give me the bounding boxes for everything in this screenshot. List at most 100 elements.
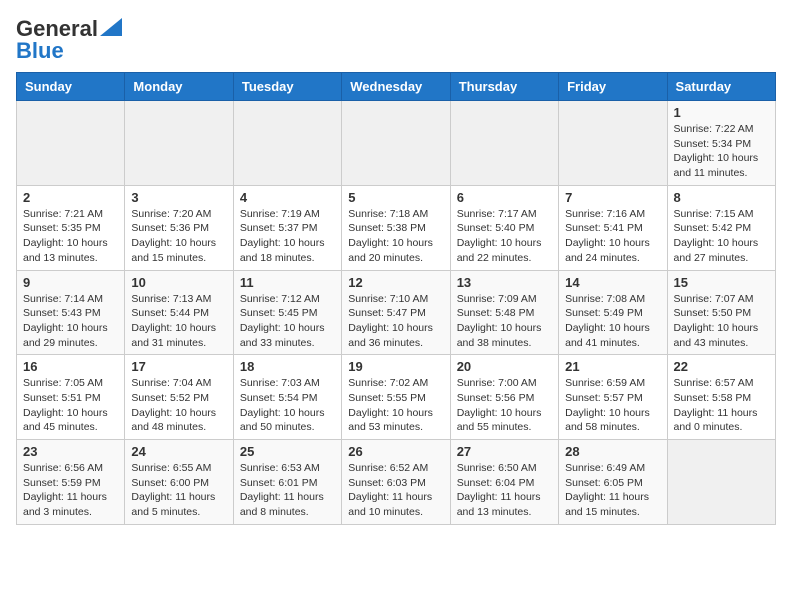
calendar-week-row: 23 Sunrise: 6:56 AM Sunset: 5:59 PM Dayli… bbox=[17, 440, 776, 525]
cell-content: Sunrise: 7:09 AM Sunset: 5:48 PM Dayligh… bbox=[457, 292, 552, 351]
calendar-cell: 24 Sunrise: 6:55 AM Sunset: 6:00 PM Dayli… bbox=[125, 440, 233, 525]
calendar-cell: 10 Sunrise: 7:13 AM Sunset: 5:44 PM Dayli… bbox=[125, 270, 233, 355]
cell-content: Sunrise: 7:19 AM Sunset: 5:37 PM Dayligh… bbox=[240, 207, 335, 266]
day-number: 18 bbox=[240, 359, 335, 374]
day-number: 23 bbox=[23, 444, 118, 459]
logo: General Blue bbox=[16, 16, 122, 64]
day-number: 20 bbox=[457, 359, 552, 374]
cell-content: Sunrise: 7:17 AM Sunset: 5:40 PM Dayligh… bbox=[457, 207, 552, 266]
day-number: 21 bbox=[565, 359, 660, 374]
day-number: 2 bbox=[23, 190, 118, 205]
day-number: 28 bbox=[565, 444, 660, 459]
calendar-cell: 21 Sunrise: 6:59 AM Sunset: 5:57 PM Dayli… bbox=[559, 355, 667, 440]
cell-content: Sunrise: 6:59 AM Sunset: 5:57 PM Dayligh… bbox=[565, 376, 660, 435]
calendar-cell: 22 Sunrise: 6:57 AM Sunset: 5:58 PM Dayli… bbox=[667, 355, 775, 440]
calendar-cell: 13 Sunrise: 7:09 AM Sunset: 5:48 PM Dayli… bbox=[450, 270, 558, 355]
cell-content: Sunrise: 7:04 AM Sunset: 5:52 PM Dayligh… bbox=[131, 376, 226, 435]
cell-content: Sunrise: 7:14 AM Sunset: 5:43 PM Dayligh… bbox=[23, 292, 118, 351]
calendar-cell: 26 Sunrise: 6:52 AM Sunset: 6:03 PM Dayli… bbox=[342, 440, 450, 525]
weekday-header-sunday: Sunday bbox=[17, 73, 125, 101]
day-number: 5 bbox=[348, 190, 443, 205]
cell-content: Sunrise: 7:03 AM Sunset: 5:54 PM Dayligh… bbox=[240, 376, 335, 435]
calendar-cell: 17 Sunrise: 7:04 AM Sunset: 5:52 PM Dayli… bbox=[125, 355, 233, 440]
calendar-cell: 18 Sunrise: 7:03 AM Sunset: 5:54 PM Dayli… bbox=[233, 355, 341, 440]
weekday-header-wednesday: Wednesday bbox=[342, 73, 450, 101]
calendar-week-row: 2 Sunrise: 7:21 AM Sunset: 5:35 PM Daylig… bbox=[17, 185, 776, 270]
day-number: 27 bbox=[457, 444, 552, 459]
calendar-cell: 2 Sunrise: 7:21 AM Sunset: 5:35 PM Daylig… bbox=[17, 185, 125, 270]
day-number: 25 bbox=[240, 444, 335, 459]
cell-content: Sunrise: 7:07 AM Sunset: 5:50 PM Dayligh… bbox=[674, 292, 769, 351]
day-number: 4 bbox=[240, 190, 335, 205]
calendar-cell: 9 Sunrise: 7:14 AM Sunset: 5:43 PM Daylig… bbox=[17, 270, 125, 355]
day-number: 17 bbox=[131, 359, 226, 374]
cell-content: Sunrise: 7:08 AM Sunset: 5:49 PM Dayligh… bbox=[565, 292, 660, 351]
calendar-cell: 1Sunrise: 7:22 AM Sunset: 5:34 PM Daylig… bbox=[667, 101, 775, 186]
cell-content: Sunrise: 6:52 AM Sunset: 6:03 PM Dayligh… bbox=[348, 461, 443, 520]
cell-content: Sunrise: 7:20 AM Sunset: 5:36 PM Dayligh… bbox=[131, 207, 226, 266]
day-number: 3 bbox=[131, 190, 226, 205]
weekday-header-thursday: Thursday bbox=[450, 73, 558, 101]
calendar-table: SundayMondayTuesdayWednesdayThursdayFrid… bbox=[16, 72, 776, 525]
cell-content: Sunrise: 6:57 AM Sunset: 5:58 PM Dayligh… bbox=[674, 376, 769, 435]
calendar-cell: 7 Sunrise: 7:16 AM Sunset: 5:41 PM Daylig… bbox=[559, 185, 667, 270]
day-number: 19 bbox=[348, 359, 443, 374]
logo-icon bbox=[100, 18, 122, 36]
day-number: 14 bbox=[565, 275, 660, 290]
day-number: 6 bbox=[457, 190, 552, 205]
cell-content: Sunrise: 7:02 AM Sunset: 5:55 PM Dayligh… bbox=[348, 376, 443, 435]
calendar-cell: 23 Sunrise: 6:56 AM Sunset: 5:59 PM Dayli… bbox=[17, 440, 125, 525]
day-number: 26 bbox=[348, 444, 443, 459]
logo-blue-text: Blue bbox=[16, 38, 64, 64]
page-header: General Blue bbox=[16, 16, 776, 64]
calendar-cell: 11 Sunrise: 7:12 AM Sunset: 5:45 PM Dayli… bbox=[233, 270, 341, 355]
day-number: 15 bbox=[674, 275, 769, 290]
cell-content: Sunrise: 7:22 AM Sunset: 5:34 PM Dayligh… bbox=[674, 122, 769, 181]
calendar-cell: 19 Sunrise: 7:02 AM Sunset: 5:55 PM Dayli… bbox=[342, 355, 450, 440]
weekday-header-monday: Monday bbox=[125, 73, 233, 101]
cell-content: Sunrise: 6:56 AM Sunset: 5:59 PM Dayligh… bbox=[23, 461, 118, 520]
day-number: 8 bbox=[674, 190, 769, 205]
calendar-cell bbox=[125, 101, 233, 186]
day-number: 12 bbox=[348, 275, 443, 290]
cell-content: Sunrise: 6:55 AM Sunset: 6:00 PM Dayligh… bbox=[131, 461, 226, 520]
calendar-cell: 6 Sunrise: 7:17 AM Sunset: 5:40 PM Daylig… bbox=[450, 185, 558, 270]
day-number: 10 bbox=[131, 275, 226, 290]
day-number: 11 bbox=[240, 275, 335, 290]
cell-content: Sunrise: 6:53 AM Sunset: 6:01 PM Dayligh… bbox=[240, 461, 335, 520]
day-number: 7 bbox=[565, 190, 660, 205]
day-number: 13 bbox=[457, 275, 552, 290]
day-number: 22 bbox=[674, 359, 769, 374]
cell-content: Sunrise: 6:49 AM Sunset: 6:05 PM Dayligh… bbox=[565, 461, 660, 520]
calendar-cell: 3 Sunrise: 7:20 AM Sunset: 5:36 PM Daylig… bbox=[125, 185, 233, 270]
calendar-week-row: 16 Sunrise: 7:05 AM Sunset: 5:51 PM Dayli… bbox=[17, 355, 776, 440]
weekday-header-friday: Friday bbox=[559, 73, 667, 101]
calendar-cell bbox=[667, 440, 775, 525]
weekday-header-row: SundayMondayTuesdayWednesdayThursdayFrid… bbox=[17, 73, 776, 101]
calendar-cell: 8Sunrise: 7:15 AM Sunset: 5:42 PM Daylig… bbox=[667, 185, 775, 270]
calendar-cell: 16 Sunrise: 7:05 AM Sunset: 5:51 PM Dayli… bbox=[17, 355, 125, 440]
cell-content: Sunrise: 7:13 AM Sunset: 5:44 PM Dayligh… bbox=[131, 292, 226, 351]
calendar-cell: 12 Sunrise: 7:10 AM Sunset: 5:47 PM Dayli… bbox=[342, 270, 450, 355]
cell-content: Sunrise: 7:12 AM Sunset: 5:45 PM Dayligh… bbox=[240, 292, 335, 351]
cell-content: Sunrise: 7:05 AM Sunset: 5:51 PM Dayligh… bbox=[23, 376, 118, 435]
weekday-header-tuesday: Tuesday bbox=[233, 73, 341, 101]
day-number: 24 bbox=[131, 444, 226, 459]
cell-content: Sunrise: 7:10 AM Sunset: 5:47 PM Dayligh… bbox=[348, 292, 443, 351]
weekday-header-saturday: Saturday bbox=[667, 73, 775, 101]
day-number: 9 bbox=[23, 275, 118, 290]
cell-content: Sunrise: 7:16 AM Sunset: 5:41 PM Dayligh… bbox=[565, 207, 660, 266]
day-number: 16 bbox=[23, 359, 118, 374]
calendar-cell: 15 Sunrise: 7:07 AM Sunset: 5:50 PM Dayli… bbox=[667, 270, 775, 355]
calendar-week-row: 1Sunrise: 7:22 AM Sunset: 5:34 PM Daylig… bbox=[17, 101, 776, 186]
calendar-week-row: 9 Sunrise: 7:14 AM Sunset: 5:43 PM Daylig… bbox=[17, 270, 776, 355]
calendar-cell bbox=[233, 101, 341, 186]
calendar-cell: 20Sunrise: 7:00 AM Sunset: 5:56 PM Dayli… bbox=[450, 355, 558, 440]
calendar-cell: 25 Sunrise: 6:53 AM Sunset: 6:01 PM Dayli… bbox=[233, 440, 341, 525]
calendar-cell: 5 Sunrise: 7:18 AM Sunset: 5:38 PM Daylig… bbox=[342, 185, 450, 270]
cell-content: Sunrise: 7:21 AM Sunset: 5:35 PM Dayligh… bbox=[23, 207, 118, 266]
cell-content: Sunrise: 7:18 AM Sunset: 5:38 PM Dayligh… bbox=[348, 207, 443, 266]
calendar-cell: 27Sunrise: 6:50 AM Sunset: 6:04 PM Dayli… bbox=[450, 440, 558, 525]
calendar-cell bbox=[17, 101, 125, 186]
calendar-cell bbox=[559, 101, 667, 186]
